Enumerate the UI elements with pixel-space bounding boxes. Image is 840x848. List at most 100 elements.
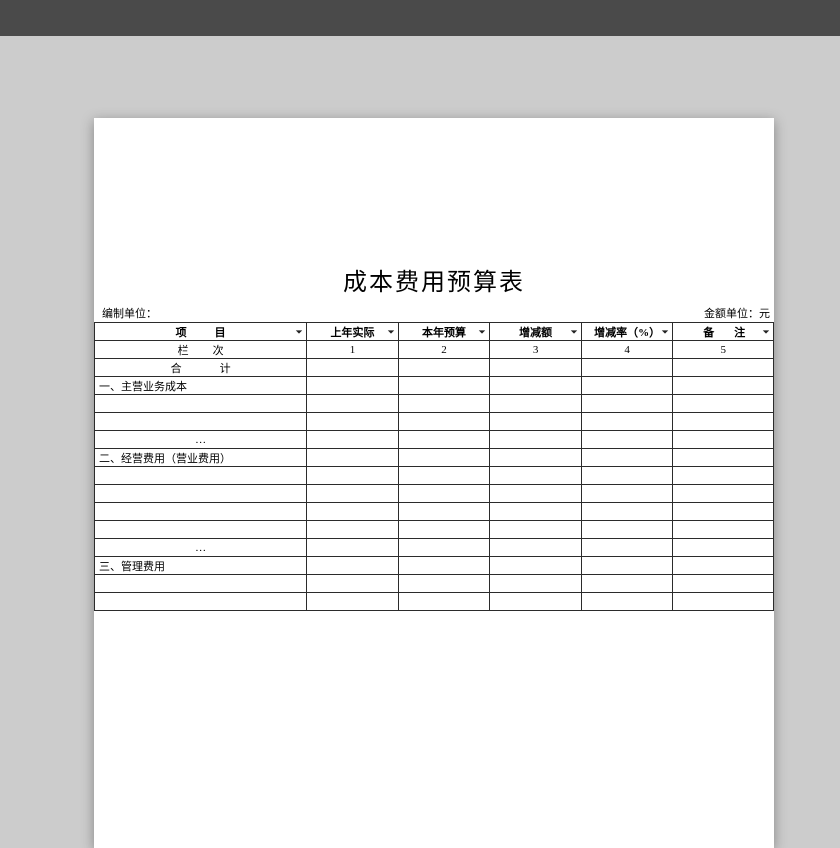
table-cell[interactable]	[398, 413, 490, 431]
table-cell[interactable]	[398, 539, 490, 557]
table-cell[interactable]	[307, 485, 399, 503]
table-cell[interactable]	[398, 467, 490, 485]
table-cell[interactable]	[673, 503, 774, 521]
item-label[interactable]	[95, 521, 307, 539]
header-this-budget[interactable]: 本年预算	[398, 323, 490, 341]
item-label[interactable]: …	[95, 539, 307, 557]
table-cell[interactable]	[673, 539, 774, 557]
table-cell[interactable]	[673, 467, 774, 485]
table-cell[interactable]	[581, 467, 673, 485]
table-cell[interactable]	[673, 575, 774, 593]
table-cell[interactable]	[673, 377, 774, 395]
table-cell[interactable]	[581, 377, 673, 395]
table-cell[interactable]	[307, 521, 399, 539]
table-cell[interactable]	[398, 557, 490, 575]
table-cell[interactable]	[307, 557, 399, 575]
table-cell[interactable]	[581, 557, 673, 575]
table-cell[interactable]	[581, 413, 673, 431]
item-label[interactable]	[95, 395, 307, 413]
table-cell[interactable]	[490, 593, 582, 611]
table-cell[interactable]	[673, 413, 774, 431]
table-cell[interactable]	[490, 539, 582, 557]
item-label[interactable]: 一、主营业务成本	[95, 377, 307, 395]
header-remark[interactable]: 备注	[673, 323, 774, 341]
table-cell[interactable]	[307, 539, 399, 557]
item-label[interactable]: …	[95, 431, 307, 449]
table-cell[interactable]	[307, 467, 399, 485]
filter-caret-icon[interactable]	[294, 327, 304, 337]
item-label[interactable]: 三、管理费用	[95, 557, 307, 575]
table-cell[interactable]	[490, 467, 582, 485]
col-num-cell[interactable]: 3	[490, 341, 582, 359]
col-num-cell[interactable]: 5	[673, 341, 774, 359]
table-cell[interactable]	[673, 449, 774, 467]
table-cell[interactable]	[581, 395, 673, 413]
table-cell[interactable]	[307, 503, 399, 521]
table-cell[interactable]	[490, 395, 582, 413]
table-cell[interactable]	[398, 521, 490, 539]
total-label[interactable]: 合计	[95, 359, 307, 377]
col-num-cell[interactable]: 1	[307, 341, 399, 359]
item-label[interactable]	[95, 593, 307, 611]
table-cell[interactable]	[307, 449, 399, 467]
col-num-cell[interactable]: 4	[581, 341, 673, 359]
table-cell[interactable]	[673, 485, 774, 503]
table-cell[interactable]	[490, 521, 582, 539]
item-label[interactable]: 二、经营费用（营业费用）	[95, 449, 307, 467]
table-cell[interactable]	[673, 431, 774, 449]
header-item[interactable]: 项目	[95, 323, 307, 341]
table-cell[interactable]	[490, 449, 582, 467]
header-rate[interactable]: 增减率（%）	[581, 323, 673, 341]
table-cell[interactable]	[490, 413, 582, 431]
table-cell[interactable]	[398, 449, 490, 467]
table-cell[interactable]	[398, 377, 490, 395]
table-cell[interactable]	[581, 503, 673, 521]
table-cell[interactable]	[307, 395, 399, 413]
col-num-cell[interactable]: 2	[398, 341, 490, 359]
item-label[interactable]	[95, 575, 307, 593]
table-cell[interactable]	[398, 485, 490, 503]
table-cell[interactable]	[398, 575, 490, 593]
table-cell[interactable]	[398, 395, 490, 413]
header-delta[interactable]: 增减额	[490, 323, 582, 341]
table-cell[interactable]	[581, 575, 673, 593]
table-cell[interactable]	[490, 557, 582, 575]
table-cell[interactable]	[581, 359, 673, 377]
table-cell[interactable]	[307, 359, 399, 377]
table-cell[interactable]	[490, 485, 582, 503]
table-cell[interactable]	[398, 359, 490, 377]
item-label[interactable]	[95, 503, 307, 521]
table-cell[interactable]	[490, 431, 582, 449]
filter-caret-icon[interactable]	[660, 327, 670, 337]
table-cell[interactable]	[490, 503, 582, 521]
table-cell[interactable]	[307, 431, 399, 449]
table-cell[interactable]	[398, 431, 490, 449]
item-label[interactable]	[95, 485, 307, 503]
header-prev-actual[interactable]: 上年实际	[307, 323, 399, 341]
table-cell[interactable]	[673, 557, 774, 575]
filter-caret-icon[interactable]	[569, 327, 579, 337]
table-cell[interactable]	[307, 593, 399, 611]
table-cell[interactable]	[490, 377, 582, 395]
table-cell[interactable]	[307, 377, 399, 395]
filter-caret-icon[interactable]	[386, 327, 396, 337]
table-cell[interactable]	[581, 485, 673, 503]
filter-caret-icon[interactable]	[761, 327, 771, 337]
item-label[interactable]	[95, 467, 307, 485]
table-cell[interactable]	[581, 593, 673, 611]
table-cell[interactable]	[398, 503, 490, 521]
table-cell[interactable]	[581, 449, 673, 467]
table-cell[interactable]	[490, 575, 582, 593]
table-cell[interactable]	[673, 521, 774, 539]
filter-caret-icon[interactable]	[477, 327, 487, 337]
table-cell[interactable]	[673, 359, 774, 377]
table-cell[interactable]	[307, 575, 399, 593]
table-cell[interactable]	[581, 539, 673, 557]
table-cell[interactable]	[398, 593, 490, 611]
table-cell[interactable]	[490, 359, 582, 377]
table-cell[interactable]	[307, 413, 399, 431]
table-cell[interactable]	[581, 431, 673, 449]
table-cell[interactable]	[581, 521, 673, 539]
row-num-label[interactable]: 栏次	[95, 341, 307, 359]
table-cell[interactable]	[673, 593, 774, 611]
